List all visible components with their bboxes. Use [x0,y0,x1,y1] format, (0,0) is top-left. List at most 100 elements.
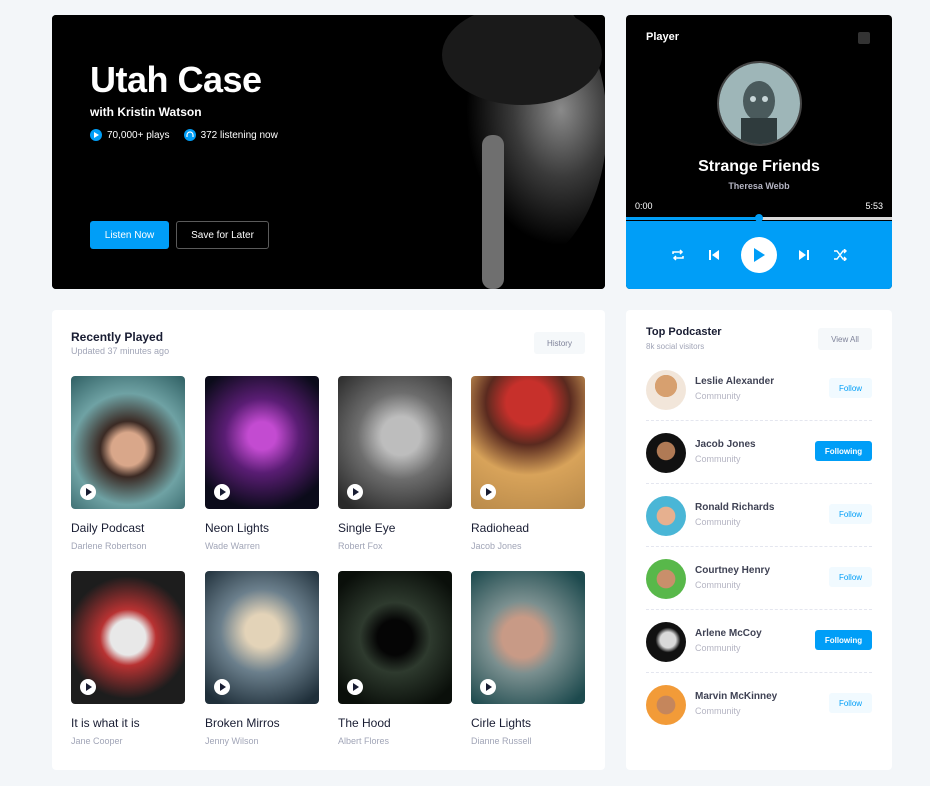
card-artist: Jane Cooper [71,736,123,746]
card-title: It is what it is [71,716,140,730]
play-circle-icon [90,129,102,141]
time-total: 5:53 [865,201,883,211]
podcaster-role: Community [695,454,741,464]
hero-banner: Utah Case with Kristin Watson 70,000+ pl… [52,15,605,289]
card-artist: Darlene Robertson [71,541,147,551]
listen-now-button[interactable]: Listen Now [90,221,169,249]
play-icon[interactable] [214,484,230,500]
card-artist: Jenny Wilson [205,736,259,746]
play-icon[interactable] [214,679,230,695]
previous-icon[interactable] [705,246,723,264]
card-title: Broken Mirros [205,716,280,730]
player-title: Player [646,31,680,43]
avatar [646,496,686,536]
play-icon[interactable] [480,484,496,500]
podcaster-role: Community [695,643,741,653]
podcast-card[interactable]: The Hood Albert Flores [338,571,452,746]
podcaster-role: Community [695,706,741,716]
card-image [71,376,185,509]
podcaster-row: Arlene McCoy Community Following [646,610,872,673]
hero-subtitle: with Kristin Watson [90,105,202,119]
follow-button[interactable]: Follow [829,567,872,587]
progress-bar[interactable] [626,214,892,222]
menu-icon[interactable] [858,32,870,44]
play-icon[interactable] [80,679,96,695]
follow-button[interactable]: Follow [829,378,872,398]
podcaster-name: Jacob Jones [695,439,756,450]
podcaster-subtitle: 8k social visitors [646,342,705,351]
podcaster-role: Community [695,580,741,590]
podcast-card[interactable]: Daily Podcast Darlene Robertson [71,376,185,551]
save-for-later-button[interactable]: Save for Later [176,221,269,249]
card-image [338,571,452,704]
podcast-card[interactable]: Cirle Lights Dianne Russell [471,571,585,746]
listening-count: 372 listening now [200,129,278,141]
podcaster-name: Leslie Alexander [695,376,775,387]
podcast-card[interactable]: Single Eye Robert Fox [338,376,452,551]
avatar [646,685,686,725]
card-title: Single Eye [338,521,396,535]
card-title: Neon Lights [205,521,270,535]
podcaster-row: Jacob Jones Community Following [646,421,872,484]
plays-stat: 70,000+ plays [90,129,170,141]
play-icon[interactable] [347,484,363,500]
following-button[interactable]: Following [815,441,872,461]
card-title: Daily Podcast [71,521,145,535]
podcast-card[interactable]: Broken Mirros Jenny Wilson [205,571,319,746]
card-artist: Albert Flores [338,736,390,746]
play-button[interactable] [741,237,777,273]
podcaster-row: Courtney Henry Community Follow [646,547,872,610]
card-image [205,376,319,509]
card-image [471,376,585,509]
podcaster-name: Courtney Henry [695,565,771,576]
player-controls [626,221,892,289]
podcaster-row: Marvin McKinney Community Follow [646,673,872,736]
card-artist: Robert Fox [338,541,383,551]
avatar [646,559,686,599]
recent-title: Recently Played [71,330,164,344]
podcaster-name: Ronald Richards [695,502,775,513]
card-title: The Hood [338,716,391,730]
podcaster-role: Community [695,391,741,401]
top-podcaster-panel: Top Podcaster 8k social visitors View Al… [626,310,892,770]
podcast-card[interactable]: Radiohead Jacob Jones [471,376,585,551]
avatar [646,433,686,473]
podcaster-row: Leslie Alexander Community Follow [646,358,872,421]
view-all-button[interactable]: View All [818,328,872,350]
podcaster-name: Marvin McKinney [695,691,778,702]
card-artist: Wade Warren [205,541,260,551]
repeat-icon[interactable] [669,246,687,264]
player-panel: Player Strange Friends Theresa Webb 0:00… [626,15,892,289]
plays-count: 70,000+ plays [107,129,170,141]
hero-stats: 70,000+ plays 372 listening now [90,129,278,141]
hero-title: Utah Case [90,59,262,100]
avatar [646,622,686,662]
podcast-card[interactable]: Neon Lights Wade Warren [205,376,319,551]
card-artist: Jacob Jones [471,541,522,551]
play-icon[interactable] [480,679,496,695]
history-button[interactable]: History [534,332,585,354]
card-title: Cirle Lights [471,716,532,730]
following-button[interactable]: Following [815,630,872,650]
next-icon[interactable] [795,246,813,264]
headphones-icon [183,129,196,141]
avatar [646,370,686,410]
card-title: Radiohead [471,521,530,535]
follow-button[interactable]: Follow [829,504,872,524]
card-image [205,571,319,704]
song-title: Strange Friends [698,158,820,175]
podcaster-row: Ronald Richards Community Follow [646,484,872,547]
card-image [71,571,185,704]
card-image [471,571,585,704]
card-artist: Dianne Russell [471,736,532,746]
time-elapsed: 0:00 [635,201,653,211]
play-icon[interactable] [80,484,96,500]
podcaster-title: Top Podcaster [646,326,722,338]
podcast-card[interactable]: It is what it is Jane Cooper [71,571,185,746]
play-icon[interactable] [347,679,363,695]
song-artist: Theresa Webb [728,181,790,191]
listening-stat: 372 listening now [183,129,278,141]
follow-button[interactable]: Follow [829,693,872,713]
shuffle-icon[interactable] [831,246,849,264]
podcaster-name: Arlene McCoy [695,628,762,639]
